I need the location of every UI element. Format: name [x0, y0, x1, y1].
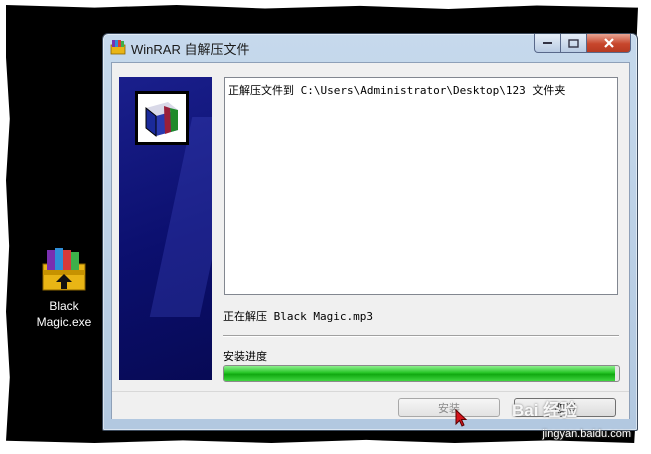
log-line: 正解压文件到 C:\Users\Administrator\Desktop\12…	[228, 84, 566, 97]
progress-fill	[224, 366, 616, 381]
dialog-client-area: 正解压文件到 C:\Users\Administrator\Desktop\12…	[111, 62, 630, 419]
close-button[interactable]	[587, 34, 631, 53]
mouse-cursor-icon	[455, 409, 468, 427]
install-button[interactable]: 安装	[398, 398, 500, 417]
title-bar[interactable]: WinRAR 自解压文件	[103, 34, 637, 61]
close-icon	[603, 38, 614, 48]
desktop-icon-label: Black Magic.exe	[36, 299, 92, 329]
winrar-icon	[110, 39, 126, 55]
status-text: 正在解压 Black Magic.mp3	[223, 310, 373, 323]
minimize-button[interactable]	[534, 34, 561, 53]
winrar-sfx-window: WinRAR 自解压文件 正解压文件到 C:\Users\Administrat…	[102, 33, 638, 431]
winrar-sfx-icon	[41, 246, 87, 292]
divider	[223, 335, 619, 337]
side-banner	[119, 77, 212, 380]
window-title: WinRAR 自解压文件	[131, 42, 250, 57]
archive-box-icon	[135, 91, 189, 145]
progress-label: 安装进度	[223, 350, 267, 363]
extraction-log[interactable]: 正解压文件到 C:\Users\Administrator\Desktop\12…	[224, 77, 618, 295]
desktop-icon-black-magic[interactable]: Black Magic.exe	[30, 246, 98, 330]
watermark-logo: Bai 经验	[512, 401, 578, 420]
progress-bar	[223, 365, 620, 382]
maximize-button[interactable]	[561, 34, 587, 53]
watermark-url: jingyan.baidu.com	[542, 428, 631, 440]
